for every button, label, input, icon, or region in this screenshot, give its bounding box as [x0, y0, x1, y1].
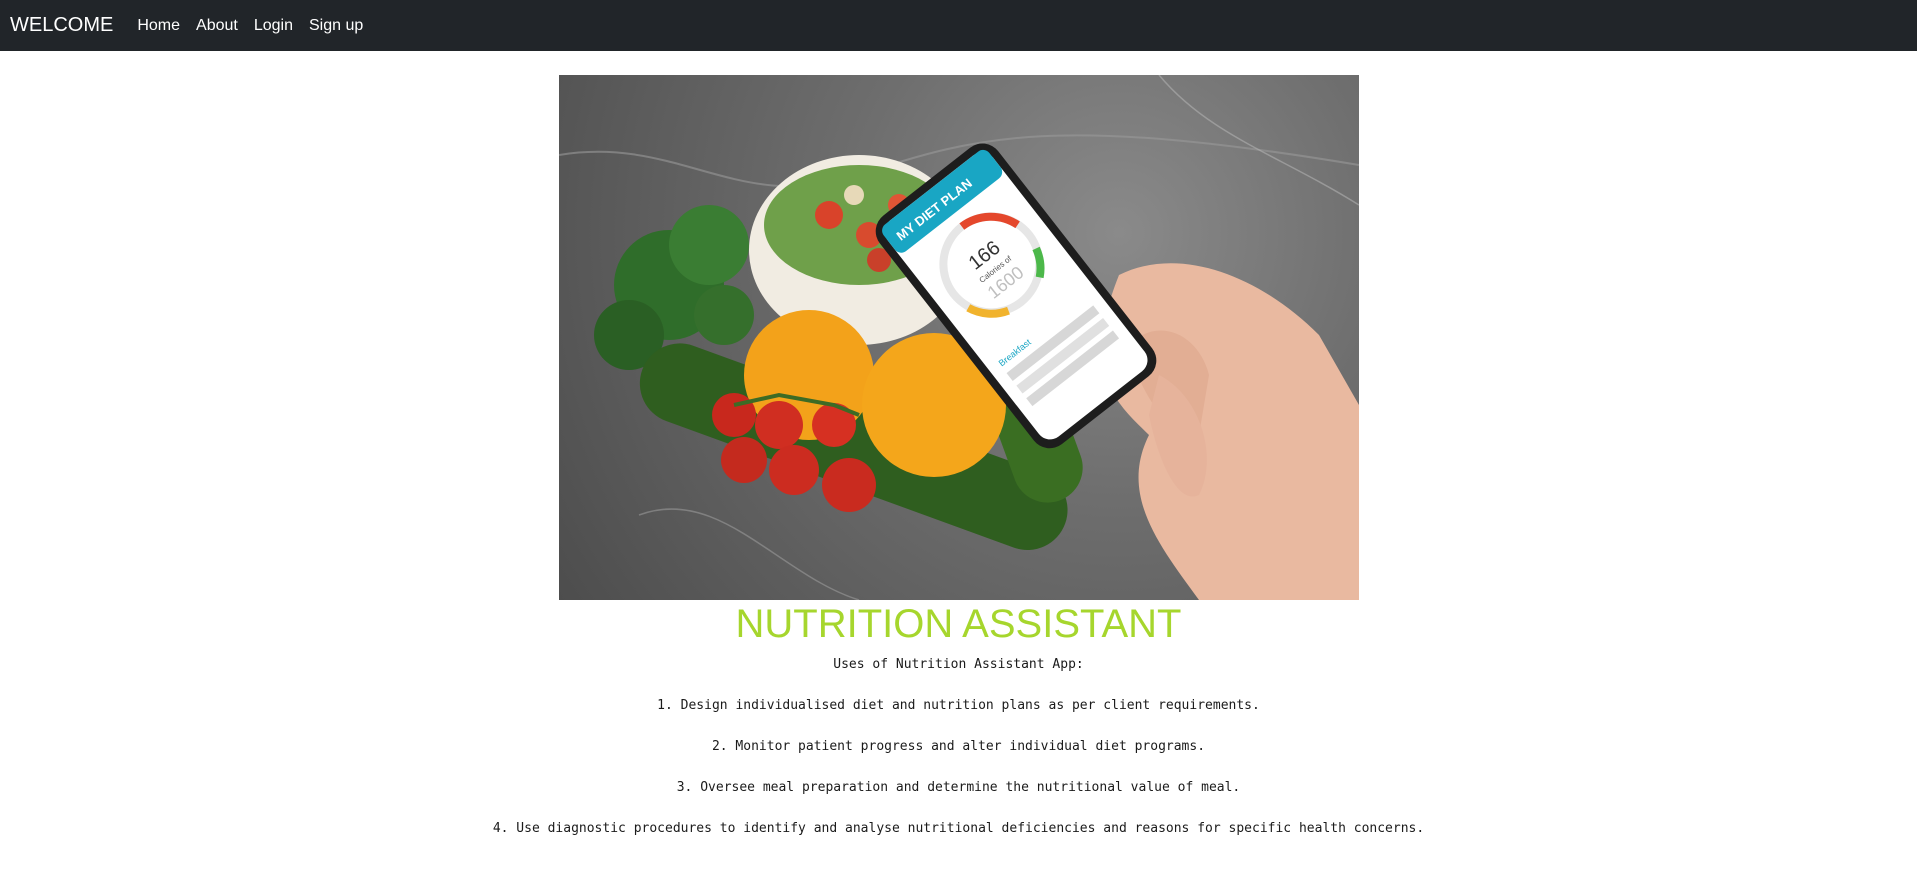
list-item: 1. Design individualised diet and nutrit… [657, 698, 1260, 713]
uses-subtitle: Uses of Nutrition Assistant App: [833, 657, 1084, 672]
hand [1101, 263, 1359, 600]
brand-link[interactable]: WELCOME [10, 14, 113, 37]
list-item: 2. Monitor patient progress and alter in… [711, 739, 1206, 754]
marble-vein [1157, 75, 1359, 206]
list-item: 3. Oversee meal preparation and determin… [676, 780, 1241, 795]
page-title: NUTRITION ASSISTANT [735, 602, 1182, 646]
nav-about-link[interactable]: About [196, 17, 238, 35]
hero-illustration: MY DIET PLAN 166 Calories of 1600 Breakf… [558, 75, 1359, 600]
nav-login-link[interactable]: Login [254, 17, 293, 35]
marble-vein [638, 508, 859, 600]
hero-image: MY DIET PLAN 166 Calories of 1600 Breakf… [558, 75, 1359, 600]
list-item: 4. Use diagnostic procedures to identify… [492, 821, 1425, 836]
top-navbar: WELCOME Home About Login Sign up [0, 0, 1917, 51]
nav-signup-link[interactable]: Sign up [309, 17, 363, 35]
nav-home-link[interactable]: Home [137, 17, 180, 35]
